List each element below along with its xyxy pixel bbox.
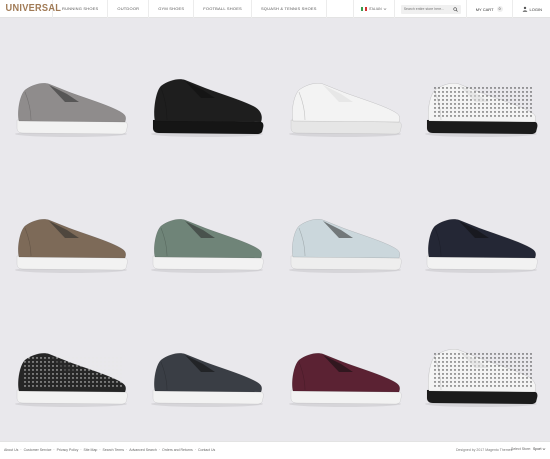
site-logo[interactable]: UNIVERSAL <box>0 3 61 14</box>
product-image-charcoal-leather-sneaker <box>151 353 264 407</box>
footer-separator: · <box>80 448 82 452</box>
login-button[interactable]: LOGIN <box>511 0 550 18</box>
product-card-charcoal-leather-sneaker[interactable] <box>145 340 270 430</box>
product-card-white-leather-sneaker[interactable] <box>283 70 408 160</box>
nav-outdoor[interactable]: OUTDOOR <box>107 0 148 18</box>
footer-link-orders-returns[interactable]: Orders and Returns <box>162 448 193 452</box>
footer-separator: · <box>158 448 161 452</box>
language-label: ITALIAN <box>368 7 382 11</box>
product-card-brown-suede-sneaker[interactable] <box>9 206 134 296</box>
chevron-down-icon <box>383 8 387 10</box>
copyright-text: Designed by 2017 Magento Themes <box>456 448 513 452</box>
nav-football-shoes[interactable]: FOOTBALL SHOES <box>193 0 251 18</box>
product-card-white-polka-dot-mid-sneaker[interactable] <box>419 340 544 430</box>
product-card-light-blue-sneaker[interactable] <box>283 206 408 296</box>
product-image-burgundy-leather-sneaker <box>289 353 402 407</box>
product-card-black-polka-dot-sneaker[interactable] <box>9 340 134 430</box>
product-card-sage-green-sneaker[interactable] <box>145 206 270 296</box>
product-card-burgundy-leather-sneaker[interactable] <box>283 340 408 430</box>
footer-separator: · <box>194 448 196 452</box>
footer-separator: · <box>53 448 55 452</box>
product-image-black-mid-sneaker <box>151 79 264 137</box>
product-card-white-polka-dot-sneaker[interactable] <box>419 70 544 160</box>
product-card-navy-woven-sneaker[interactable] <box>419 206 544 296</box>
chevron-down-icon <box>543 448 546 450</box>
user-icon <box>522 6 527 12</box>
footer-separator: · <box>126 448 128 452</box>
footer-link-about-us[interactable]: About Us <box>4 448 18 452</box>
product-image-sage-green-sneaker <box>151 219 264 273</box>
product-grid <box>0 18 550 440</box>
product-image-white-leather-sneaker <box>289 83 402 137</box>
cart-label: MY CART <box>475 6 494 12</box>
footer-links: About Us · Customer Service · Privacy Poli… <box>4 448 217 452</box>
footer-link-privacy-policy[interactable]: Privacy Policy <box>57 448 79 452</box>
cart-count-badge: 0 <box>496 6 503 12</box>
main-nav: RUNNING SHOES OUTDOOR GYM SHOES FOOTBALL… <box>52 0 327 18</box>
product-card-black-mid-sneaker[interactable] <box>145 70 270 160</box>
product-image-grey-suede-sneaker <box>15 83 128 137</box>
store-label: Select Store: <box>511 447 532 451</box>
store-switcher: Select Store: Sport <box>511 447 546 451</box>
product-image-light-blue-sneaker <box>289 219 402 273</box>
store-value: Sport <box>533 447 542 451</box>
product-card-grey-suede-sneaker[interactable] <box>9 70 134 160</box>
product-image-white-polka-dot-mid-sneaker <box>425 349 538 407</box>
italy-flag-icon <box>360 7 367 11</box>
nav-gym-shoes[interactable]: GYM SHOES <box>148 0 193 18</box>
footer-link-contact-us[interactable]: Contact Us <box>198 448 215 452</box>
product-image-black-polka-dot-sneaker <box>15 353 128 407</box>
cart-button[interactable]: MY CART 0 <box>465 0 512 18</box>
footer-separator: · <box>20 448 22 452</box>
product-image-white-polka-dot-sneaker <box>425 83 538 137</box>
store-select[interactable]: Sport <box>533 447 546 451</box>
footer-link-customer-service[interactable]: Customer Service <box>24 448 52 452</box>
footer-link-advanced-search[interactable]: Advanced Search <box>129 448 157 452</box>
language-switcher[interactable]: ITALIAN <box>352 0 394 18</box>
nav-squash-tennis-shoes[interactable]: SQUASH & TENNIS SHOES <box>250 0 327 18</box>
product-image-brown-suede-sneaker <box>15 219 128 273</box>
footer-link-site-map[interactable]: Site Map <box>84 448 98 452</box>
product-image-navy-woven-sneaker <box>425 219 538 273</box>
footer: About Us · Customer Service · Privacy Poli… <box>0 441 550 459</box>
search-icon[interactable] <box>452 5 460 13</box>
footer-link-search-terms[interactable]: Search Terms <box>103 448 125 452</box>
header-bar: UNIVERSAL RUNNING SHOES OUTDOOR GYM SHOE… <box>0 0 550 18</box>
login-label: LOGIN <box>529 6 542 12</box>
footer-separator: · <box>99 448 101 452</box>
search-box <box>393 0 466 18</box>
